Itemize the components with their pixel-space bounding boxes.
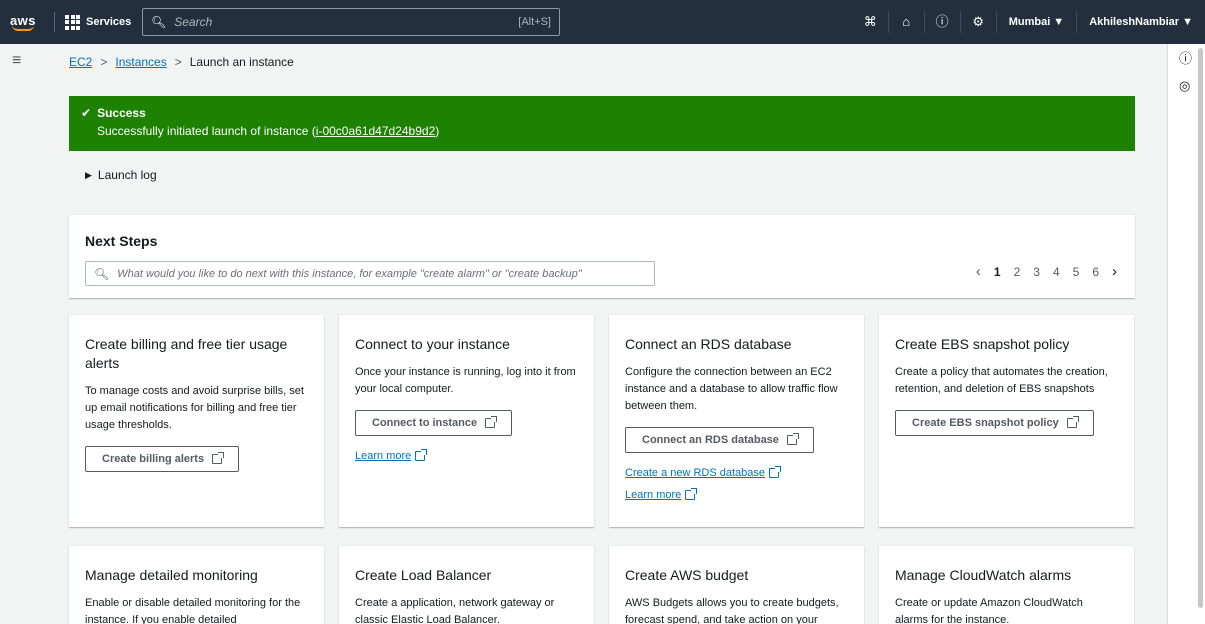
next-steps-panel: Next Steps 🔍︎ What would you like to do …	[69, 214, 1135, 298]
card-load-balancer: Create Load Balancer Create a applicatio…	[339, 545, 594, 624]
link-label: Learn more	[355, 450, 412, 462]
card-ebs-snapshot: Create EBS snapshot policy Create a poli…	[879, 314, 1134, 527]
hamburger-menu-icon[interactable]: ≡	[12, 52, 21, 70]
card-description: Create or update Amazon CloudWatch alarm…	[895, 597, 1083, 624]
launch-log-label: Launch log	[97, 168, 157, 182]
external-link-icon	[685, 488, 698, 500]
card-connect-rds: Connect an RDS database Configure the co…	[609, 314, 864, 527]
card-title: Manage CloudWatch alarms	[895, 567, 1072, 583]
card-title: Create Load Balancer	[355, 567, 492, 583]
card-detailed-monitoring: Manage detailed monitoring Enable or dis…	[69, 545, 324, 624]
page-4[interactable]: 4	[1053, 265, 1060, 279]
create-rds-database-link[interactable]: Create a new RDS database	[625, 466, 848, 479]
search-icon: 🔍︎	[94, 266, 110, 281]
breadcrumb-ec2-link[interactable]: EC2	[69, 55, 92, 69]
settings-icon[interactable]: ⚙	[961, 11, 997, 33]
cloudshell-icon[interactable]: ⌘	[853, 11, 889, 33]
instance-id-link[interactable]: i-00c0a61d47d24b9d2	[316, 124, 435, 138]
card-description: Create a application, network gateway or…	[355, 597, 555, 624]
search-placeholder: Search	[174, 15, 213, 29]
card-title: Connect an RDS database	[625, 336, 792, 352]
breadcrumb-instances-link[interactable]: Instances	[115, 55, 166, 69]
external-link-icon	[485, 416, 498, 428]
account-menu[interactable]: AkhileshNambiar ▼	[1077, 11, 1205, 33]
card-description: Configure the connection between an EC2 …	[625, 366, 838, 412]
external-link-icon	[212, 452, 225, 464]
button-label: Connect to instance	[372, 417, 478, 429]
chevron-left-icon[interactable]: ‹	[976, 264, 981, 279]
breadcrumb-separator: >	[174, 55, 182, 69]
external-link-icon	[786, 433, 799, 445]
card-title: Create billing and free tier usage alert…	[85, 336, 288, 371]
link-label: Create a new RDS database	[625, 467, 766, 479]
caret-right-icon: ▶	[85, 169, 92, 180]
pagination: ‹ 1 2 3 4 5 6 ›	[976, 264, 1117, 279]
breadcrumb: EC2 > Instances > Launch an instance	[69, 55, 294, 69]
scrollbar-thumb[interactable]	[1198, 48, 1203, 608]
services-menu-button[interactable]: Services	[65, 14, 132, 30]
page-5[interactable]: 5	[1073, 265, 1080, 279]
banner-title: Success	[97, 106, 146, 120]
card-billing-alerts: Create billing and free tier usage alert…	[69, 314, 324, 527]
check-circle-icon: ✔	[81, 106, 92, 120]
card-cloudwatch-alarms: Manage CloudWatch alarms Create or updat…	[879, 545, 1134, 624]
logo-smile	[12, 25, 34, 31]
feedback-icon[interactable]: ◎	[1179, 78, 1190, 94]
card-title: Manage detailed monitoring	[85, 567, 258, 583]
grid-icon	[65, 14, 80, 30]
next-steps-search-input[interactable]: 🔍︎ What would you like to do next with t…	[85, 261, 655, 286]
card-description: AWS Budgets allows you to create budgets…	[625, 597, 839, 624]
button-label: Create billing alerts	[102, 453, 205, 465]
external-link-icon	[769, 466, 782, 478]
learn-more-link[interactable]: Learn more	[355, 449, 578, 462]
card-aws-budget: Create AWS budget AWS Budgets allows you…	[609, 545, 864, 624]
banner-message-text: Successfully initiated launch of instanc…	[97, 124, 316, 138]
info-icon[interactable]: ⓘ	[1179, 48, 1192, 67]
breadcrumb-separator: >	[100, 55, 108, 69]
region-selector[interactable]: Mumbai ▼	[997, 11, 1078, 33]
search-icon: 🔍︎	[151, 15, 167, 29]
nav-divider	[54, 12, 55, 32]
button-label: Create EBS snapshot policy	[912, 417, 1059, 429]
card-title: Create EBS snapshot policy	[895, 336, 1070, 352]
nav-right-tools: ⌘ ⌂ ⓘ ⚙ Mumbai ▼ AkhileshNambiar ▼	[853, 0, 1205, 44]
chevron-right-icon[interactable]: ›	[1112, 264, 1117, 279]
aws-logo[interactable]: aws	[0, 13, 40, 31]
banner-message-end: )	[435, 124, 440, 138]
external-link-icon	[1066, 416, 1079, 428]
card-description: Create a policy that automates the creat…	[895, 366, 1108, 395]
banner-message: Successfully initiated launch of instanc…	[81, 124, 1123, 138]
card-connect-instance: Connect to your instance Once your insta…	[339, 314, 594, 527]
card-title: Create AWS budget	[625, 567, 749, 583]
button-label: Connect an RDS database	[642, 434, 779, 446]
help-icon[interactable]: ⓘ	[925, 11, 961, 33]
external-link-icon	[415, 449, 428, 461]
create-ebs-snapshot-policy-button[interactable]: Create EBS snapshot policy	[895, 410, 1094, 436]
page-scrollbar[interactable]	[1197, 44, 1203, 624]
card-description: Once your instance is running, log into …	[355, 366, 576, 395]
services-label: Services	[86, 16, 132, 28]
breadcrumb-current: Launch an instance	[189, 55, 294, 69]
card-description: To manage costs and avoid surprise bills…	[85, 385, 304, 431]
learn-more-link[interactable]: Learn more	[625, 488, 848, 501]
success-banner: ✔ Success Successfully initiated launch …	[69, 96, 1135, 151]
search-shortcut-hint: [Alt+S]	[518, 16, 551, 28]
side-navigation-collapsed: ≡	[0, 44, 40, 624]
top-navigation: aws Services 🔍︎ Search [Alt+S] ⌘ ⌂ ⓘ ⚙ M…	[0, 0, 1205, 44]
link-label: Learn more	[625, 489, 682, 501]
card-description: Enable or disable detailed monitoring fo…	[85, 597, 301, 624]
launch-log-toggle[interactable]: ▶ Launch log	[85, 168, 157, 182]
page-3[interactable]: 3	[1033, 265, 1040, 279]
page-1[interactable]: 1	[994, 265, 1001, 279]
create-billing-alerts-button[interactable]: Create billing alerts	[85, 446, 240, 472]
notifications-icon[interactable]: ⌂	[889, 11, 925, 33]
next-steps-title: Next Steps	[85, 233, 158, 249]
card-title: Connect to your instance	[355, 336, 510, 352]
page-2[interactable]: 2	[1014, 265, 1021, 279]
connect-to-instance-button[interactable]: Connect to instance	[355, 410, 513, 436]
page-6[interactable]: 6	[1092, 265, 1099, 279]
connect-rds-database-button[interactable]: Connect an RDS database	[625, 427, 814, 453]
next-steps-search-placeholder: What would you like to do next with this…	[117, 267, 582, 280]
global-search-input[interactable]: 🔍︎ Search [Alt+S]	[142, 8, 560, 36]
